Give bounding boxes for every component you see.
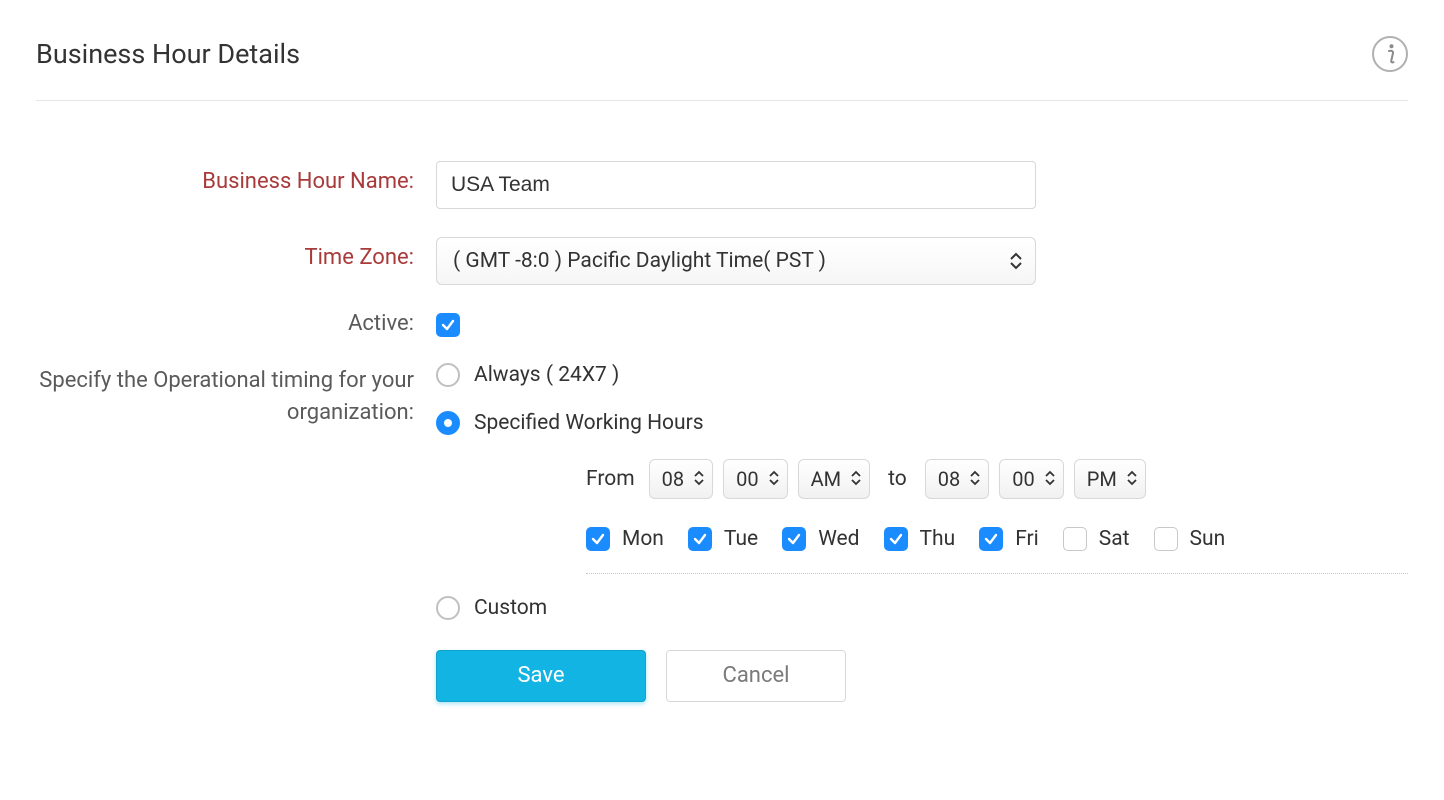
select-arrows-icon	[1045, 467, 1055, 491]
radio-specified-label: Specified Working Hours	[474, 411, 704, 435]
select-arrows-icon	[851, 467, 861, 491]
day-checkbox-sat[interactable]	[1063, 527, 1087, 551]
from-minute-value: 00	[736, 467, 758, 491]
from-hour-value: 08	[662, 467, 684, 491]
info-icon-button[interactable]	[1372, 36, 1408, 72]
day-label: Wed	[818, 527, 859, 551]
day-label: Mon	[622, 527, 664, 551]
select-arrows-icon	[769, 467, 779, 491]
name-label: Business Hour Name:	[36, 161, 436, 194]
day-item: Tue	[688, 527, 758, 551]
timezone-value: ( GMT -8:0 ) Pacific Daylight Time( PST …	[453, 249, 826, 273]
to-label: to	[888, 467, 907, 491]
day-item: Fri	[979, 527, 1039, 551]
from-hour-select[interactable]: 08	[649, 459, 713, 499]
day-item: Wed	[782, 527, 859, 551]
select-arrows-icon	[1127, 467, 1137, 491]
divider	[586, 573, 1408, 574]
day-item: Thu	[884, 527, 956, 551]
active-label: Active:	[36, 303, 436, 336]
day-label: Tue	[724, 527, 758, 551]
radio-specified[interactable]	[436, 411, 460, 435]
day-label: Sat	[1099, 527, 1130, 551]
timezone-label: Time Zone:	[36, 237, 436, 270]
day-checkbox-wed[interactable]	[782, 527, 806, 551]
radio-always[interactable]	[436, 363, 460, 387]
info-icon	[1385, 44, 1396, 64]
day-item: Mon	[586, 527, 664, 551]
from-ampm-value: AM	[811, 467, 842, 491]
cancel-button[interactable]: Cancel	[666, 650, 846, 702]
from-ampm-select[interactable]: AM	[798, 459, 871, 499]
day-checkbox-thu[interactable]	[884, 527, 908, 551]
day-checkbox-sun[interactable]	[1154, 527, 1178, 551]
active-checkbox[interactable]	[436, 313, 460, 337]
day-checkbox-fri[interactable]	[979, 527, 1003, 551]
save-button[interactable]: Save	[436, 650, 646, 702]
timezone-select[interactable]: ( GMT -8:0 ) Pacific Daylight Time( PST …	[436, 237, 1036, 285]
to-ampm-select[interactable]: PM	[1074, 459, 1146, 499]
to-hour-select[interactable]: 08	[925, 459, 989, 499]
radio-custom[interactable]	[436, 596, 460, 620]
day-label: Sun	[1190, 527, 1226, 551]
day-label: Fri	[1015, 527, 1039, 551]
day-item: Sat	[1063, 527, 1130, 551]
to-minute-value: 00	[1012, 467, 1034, 491]
to-ampm-value: PM	[1087, 467, 1117, 491]
day-checkbox-mon[interactable]	[586, 527, 610, 551]
select-arrows-icon	[694, 467, 704, 491]
from-minute-select[interactable]: 00	[723, 459, 787, 499]
to-hour-value: 08	[938, 467, 960, 491]
day-checkbox-tue[interactable]	[688, 527, 712, 551]
radio-always-label: Always ( 24X7 )	[474, 363, 619, 387]
to-minute-select[interactable]: 00	[999, 459, 1063, 499]
day-item: Sun	[1154, 527, 1226, 551]
radio-custom-label: Custom	[474, 596, 547, 620]
operational-label: Specify the Operational timing for your …	[36, 363, 436, 429]
select-arrows-icon	[970, 467, 980, 491]
business-hour-name-input[interactable]	[436, 161, 1036, 209]
page-title: Business Hour Details	[36, 38, 300, 70]
day-label: Thu	[920, 527, 956, 551]
from-label: From	[586, 467, 635, 491]
